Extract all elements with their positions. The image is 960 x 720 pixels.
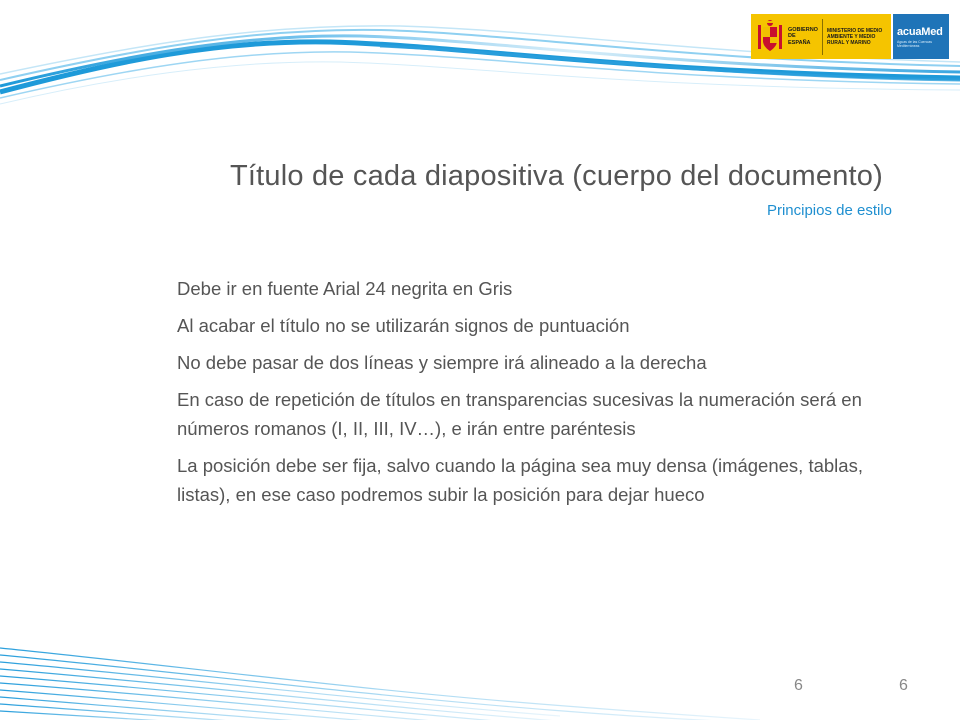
bullet-item: En caso de repetición de títulos en tran… [177,389,862,439]
ministry-text: MINISTERIO DE MEDIO AMBIENTE Y MEDIO RUR… [827,27,883,46]
bullet-item: No debe pasar de dos líneas y siempre ir… [177,352,707,373]
page-number: 6 [899,677,908,694]
bullet-item: Debe ir en fuente Arial 24 negrita en Gr… [177,278,513,299]
government-logo-text: GOBIERNO DE ESPAÑA [788,26,818,46]
bullet-item: Al acabar el título no se utilizarán sig… [177,315,630,336]
coat-of-arms-icon [758,19,782,51]
header-logos: GOBIERNO DE ESPAÑA MINISTERIO DE MEDIO A… [751,14,949,59]
brand-name: acuaMed [897,25,943,38]
brand-tagline: Aguas de las Cuencas Mediterráneas [897,39,933,48]
acuamed-logo: acuaMed Aguas de las Cuencas Mediterráne… [893,14,949,59]
government-logo: GOBIERNO DE ESPAÑA MINISTERIO DE MEDIO A… [751,14,891,59]
bullet-item: La posición debe ser fija, salvo cuando … [177,455,863,505]
logo-divider [822,18,823,55]
page-number: 6 [794,677,803,694]
slide-title: Título de cada diapositiva (cuerpo del d… [229,160,883,192]
bullet-list: Debe ir en fuente Arial 24 negrita en Gr… [177,274,877,517]
slide: GOBIERNO DE ESPAÑA MINISTERIO DE MEDIO A… [0,0,960,720]
slide-subtitle: Principios de estilo [766,202,892,219]
